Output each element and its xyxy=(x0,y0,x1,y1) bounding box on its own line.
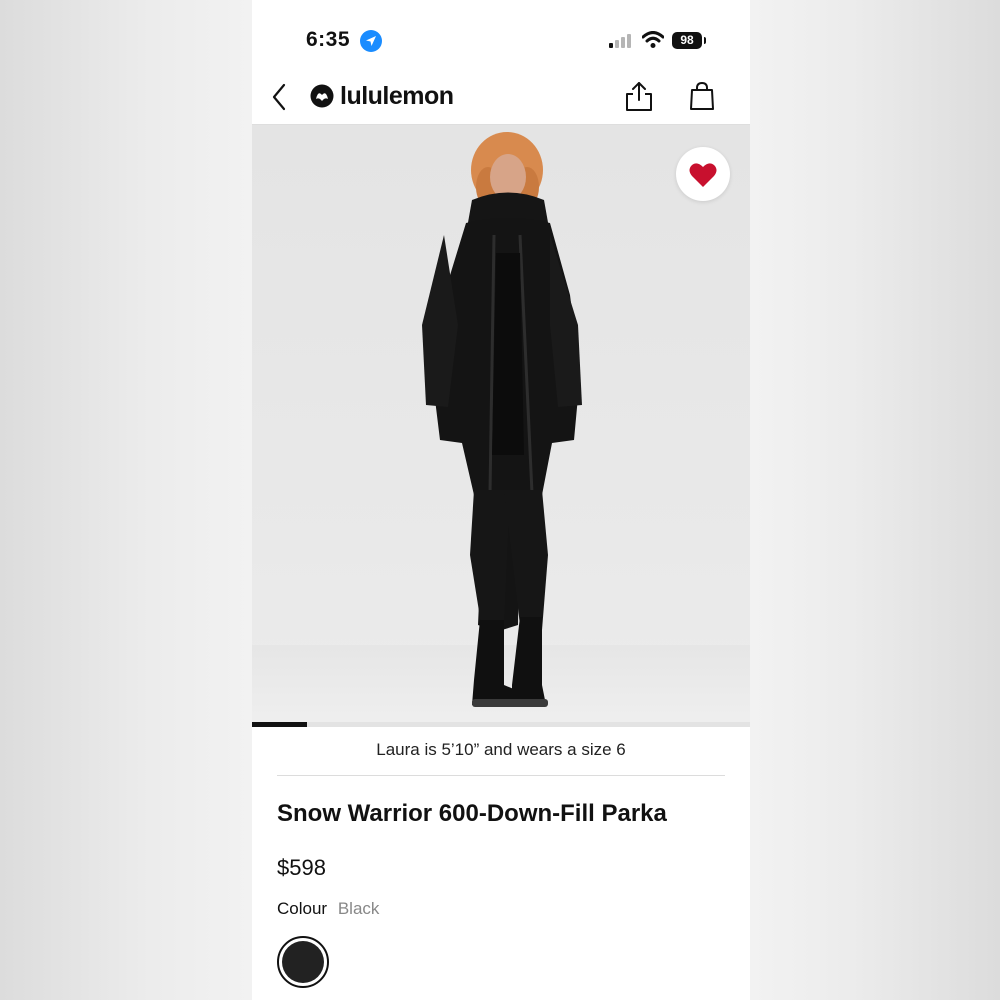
image-carousel-progress xyxy=(252,722,750,727)
battery-cap xyxy=(704,37,706,44)
model-fit-note: Laura is 5’10” and wears a size 6 xyxy=(376,740,626,759)
back-chevron-icon[interactable] xyxy=(270,82,290,112)
status-time: 6:35 xyxy=(306,28,351,51)
colour-value: Black xyxy=(337,899,380,918)
battery-icon: 98 xyxy=(672,32,702,49)
colour-label: Colour xyxy=(277,899,328,918)
cellular-signal-icon xyxy=(609,34,631,48)
background-left xyxy=(0,0,252,1000)
product-price: $598 xyxy=(277,855,326,880)
heart-icon xyxy=(689,163,717,187)
colour-swatch-black[interactable] xyxy=(277,936,329,988)
background-right xyxy=(750,0,1000,1000)
favorite-button[interactable] xyxy=(676,147,730,201)
wifi-icon xyxy=(642,31,664,48)
colour-swatch-fill xyxy=(282,941,324,983)
nav-bar: lululemon xyxy=(252,70,750,125)
product-image[interactable] xyxy=(252,125,750,727)
lululemon-logo-icon xyxy=(310,84,334,108)
battery-level: 98 xyxy=(680,33,694,47)
divider xyxy=(277,775,725,776)
status-bar: 6:35 98 xyxy=(252,0,750,70)
model-wearing-parka-illustration xyxy=(422,132,582,707)
phone-screen: 6:35 98 lululemon Laura is 5’10” and wea… xyxy=(252,0,750,1000)
product-title: Snow Warrior 600-Down-Fill Parka xyxy=(277,800,667,827)
colour-row: Colour Black xyxy=(277,899,379,919)
share-icon[interactable] xyxy=(624,80,654,112)
brand-name: lululemon xyxy=(340,82,454,110)
carousel-progress-thumb xyxy=(252,722,308,727)
location-arrow-icon xyxy=(360,30,382,52)
shopping-bag-icon[interactable] xyxy=(689,81,715,111)
